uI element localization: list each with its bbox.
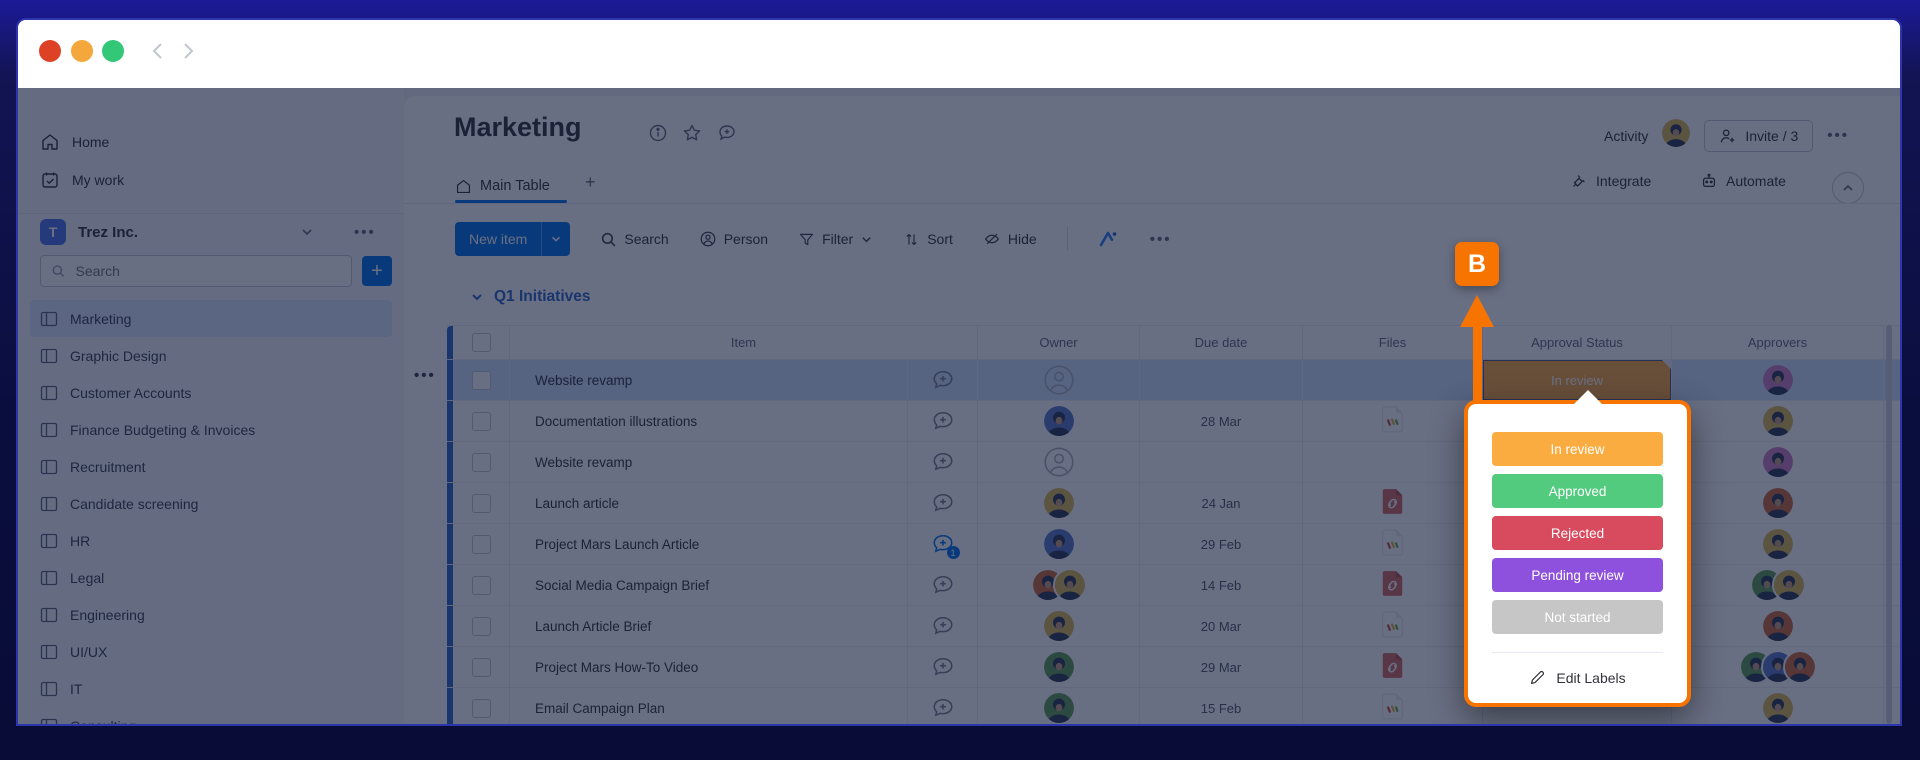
minimize-window-button[interactable] xyxy=(71,40,93,62)
forward-icon[interactable] xyxy=(176,40,198,62)
status-option-approved[interactable]: Approved xyxy=(1492,474,1663,508)
status-options: In review Approved Rejected Pending review N… xyxy=(1492,432,1663,642)
close-window-button[interactable] xyxy=(39,40,61,62)
status-option-not-started[interactable]: Not started xyxy=(1492,600,1663,634)
popup-caret xyxy=(1574,390,1602,404)
maximize-window-button[interactable] xyxy=(102,40,124,62)
popup-divider xyxy=(1492,652,1663,653)
window-titlebar xyxy=(18,20,1900,88)
annotation-arrowhead xyxy=(1460,295,1494,327)
screenshot-stage: Home My work T Trez Inc. ••• + xyxy=(0,0,1920,760)
annotation-arrow-line xyxy=(1473,325,1482,401)
edit-labels-label: Edit Labels xyxy=(1556,669,1626,686)
status-label-popup: In review Approved Rejected Pending review N… xyxy=(1464,400,1691,707)
status-option-in-review[interactable]: In review xyxy=(1492,432,1663,466)
status-option-rejected[interactable]: Rejected xyxy=(1492,516,1663,550)
pencil-icon xyxy=(1531,670,1545,685)
annotation-badge: B xyxy=(1455,242,1499,286)
back-icon[interactable] xyxy=(148,40,170,62)
browser-window: Home My work T Trez Inc. ••• + xyxy=(16,18,1902,726)
edit-labels-button[interactable]: Edit Labels xyxy=(1529,669,1626,686)
status-option-pending-review[interactable]: Pending review xyxy=(1492,558,1663,592)
